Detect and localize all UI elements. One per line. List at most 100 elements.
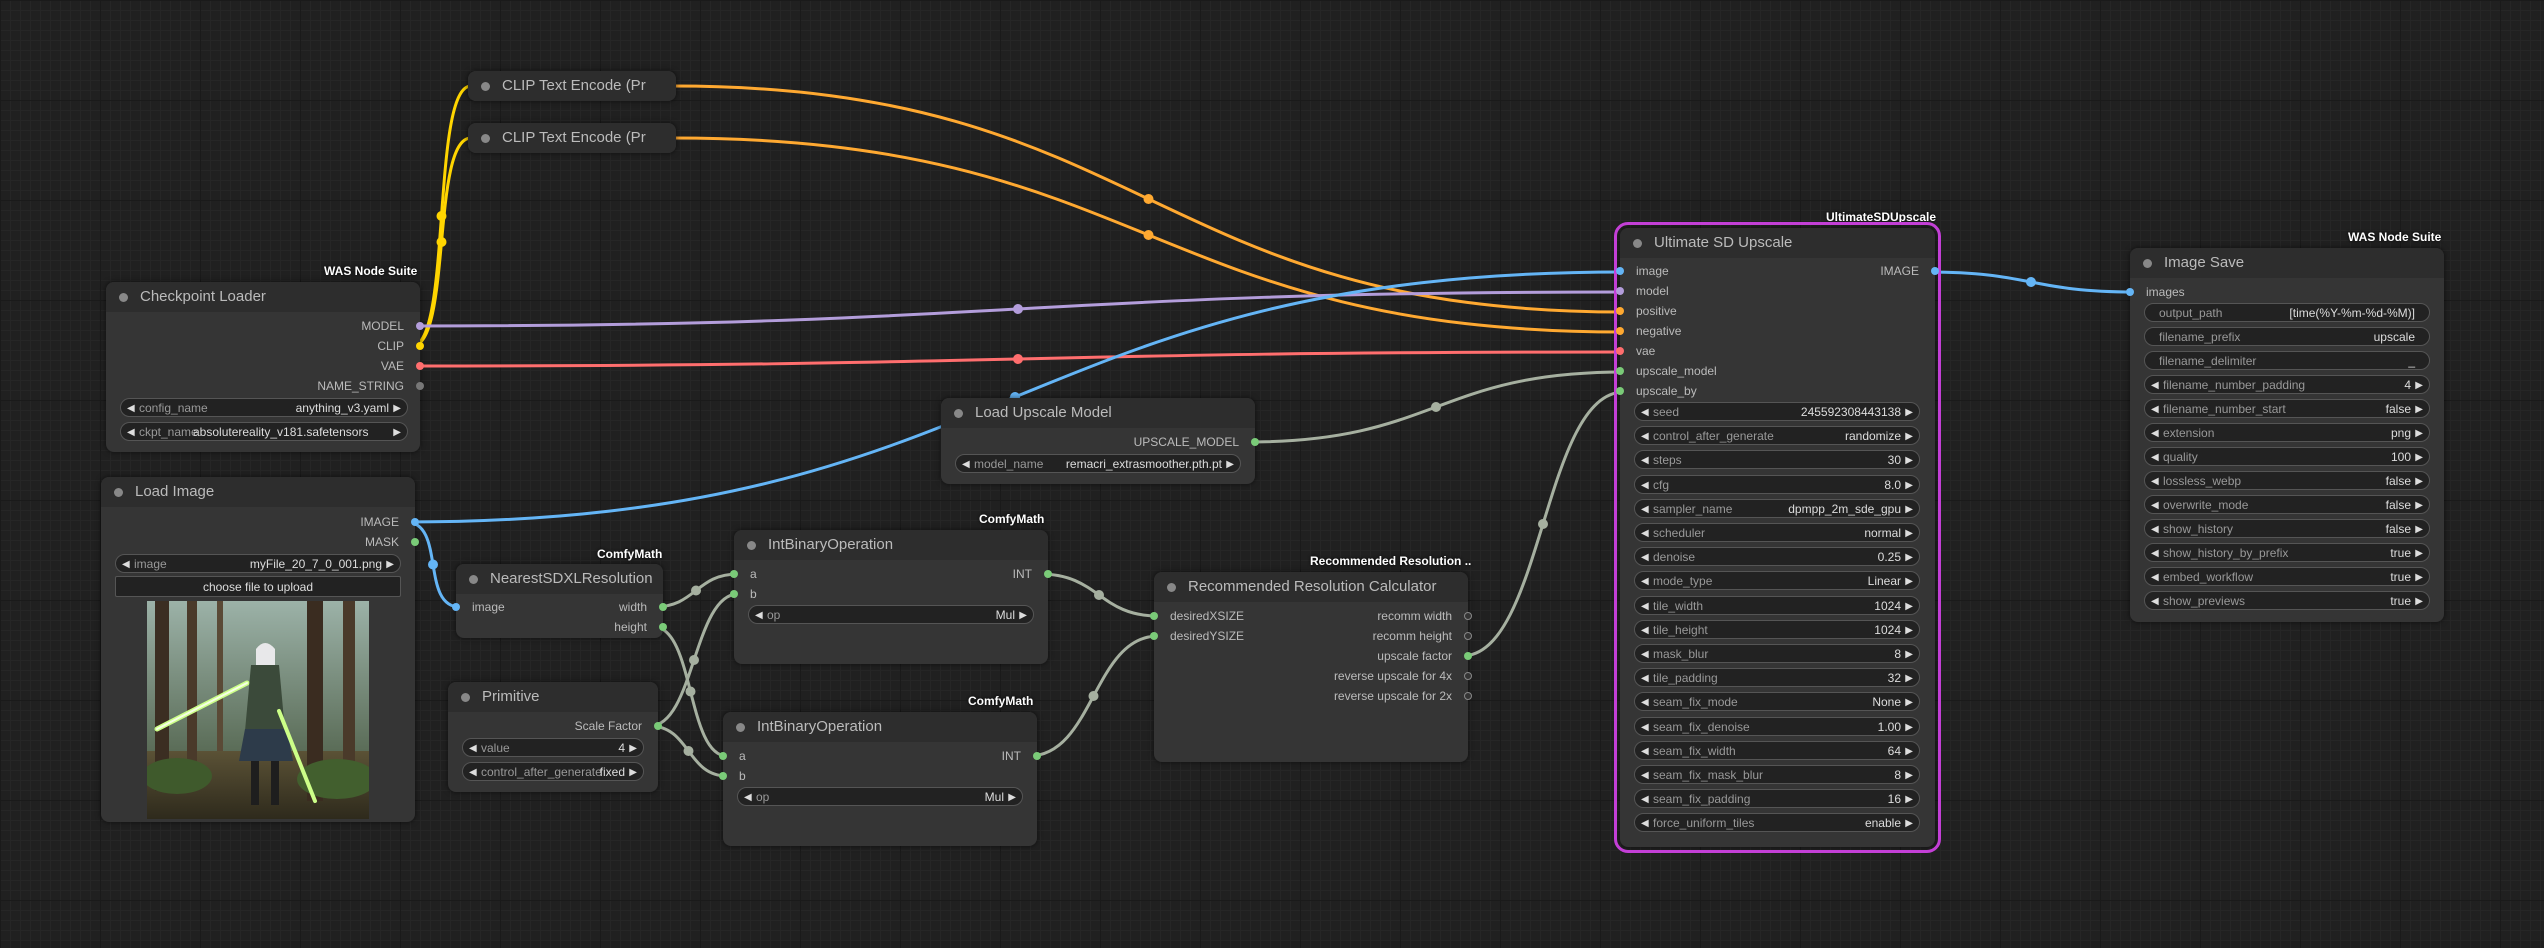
input-slot-upscale-model[interactable]: upscale_model [1616,361,1717,381]
value-number-widget[interactable]: ◀ value 4 ▶ [462,738,644,757]
wire-midpoint-handle[interactable] [1431,402,1441,412]
increment-arrow-icon[interactable]: ▶ [2415,472,2423,489]
seam-fix-padding-widget[interactable]: ◀ seam_fix_padding 16 ▶ [1634,789,1920,809]
output-slot-reverse-upscale-4x[interactable]: reverse upscale for 4x [1334,666,1472,686]
increment-arrow-icon[interactable]: ▶ [1905,451,1913,468]
wire-midpoint-handle[interactable] [691,585,701,596]
increment-arrow-icon[interactable]: ▶ [1905,500,1913,517]
filename-number-start-widget[interactable]: ◀ filename_number_start false ▶ [2144,399,2430,418]
wire-midpoint-handle[interactable] [1094,590,1104,600]
tile-padding-widget[interactable]: ◀ tile_padding 32 ▶ [1634,668,1920,688]
image-save-node[interactable]: Image Save images output_path [time(%Y-%m… [2126,248,2444,622]
increment-arrow-icon[interactable]: ▶ [1905,621,1913,638]
increment-arrow-icon[interactable]: ▶ [2415,496,2423,513]
output-slot-reverse-upscale-2x[interactable]: reverse upscale for 2x [1334,686,1472,706]
output-slot-recomm-height[interactable]: recomm height [1373,626,1472,646]
ckpt-name-combo[interactable]: ◀ ckpt_name absolutereality_v181.safetenso… [120,422,408,441]
decrement-arrow-icon[interactable]: ◀ [1641,572,1649,589]
tile-height-widget[interactable]: ◀ tile_height 1024 ▶ [1634,619,1920,639]
input-slot-a[interactable]: a [719,746,746,766]
input-slot-image[interactable]: image [1616,261,1669,281]
wire-midpoint-handle[interactable] [2026,277,2036,287]
output-slot-clip[interactable]: CLIP [377,336,424,356]
output-slot-upscale-factor[interactable]: upscale factor [1377,646,1472,666]
decrement-arrow-icon[interactable]: ◀ [1641,742,1649,759]
model-name-combo[interactable]: ◀ model_name remacri_extrasmoother.pth.pt ▶ [955,454,1241,473]
input-slot-upscale-by[interactable]: upscale_by [1616,381,1697,401]
input-slot-b[interactable]: b [719,766,746,786]
collapse-dot-icon[interactable] [747,541,756,550]
input-slot-negative[interactable]: negative [1616,321,1681,341]
increment-arrow-icon[interactable]: ▶ [2415,400,2423,417]
steps-widget[interactable]: ◀ steps 30 ▶ [1634,450,1920,470]
increment-arrow-icon[interactable]: ▶ [1905,693,1913,710]
seam-fix-width-widget[interactable]: ◀ seam_fix_width 64 ▶ [1634,740,1920,760]
seam-fix-mode-widget[interactable]: ◀ seam_fix_mode None ▶ [1634,692,1920,712]
control-after-generate-widget[interactable]: ◀ control_after_generate randomize ▶ [1634,426,1920,446]
seam-fix-mask-blur-widget[interactable]: ◀ seam_fix_mask_blur 8 ▶ [1634,765,1920,784]
decrement-arrow-icon[interactable]: ◀ [1641,524,1649,541]
upload-button[interactable]: choose file to upload [115,576,401,597]
input-slot-a[interactable]: a [730,564,757,584]
sampler-name-widget[interactable]: ◀ sampler_name dpmpp_2m_sde_gpu ▶ [1634,498,1920,518]
increment-arrow-icon[interactable]: ▶ [1905,669,1913,686]
collapse-dot-icon[interactable] [114,488,123,497]
checkpoint-loader-node[interactable]: Checkpoint Loader MODEL CLIP VAE NAME_ST… [106,282,424,452]
collapse-dot-icon[interactable] [461,693,470,702]
config-name-combo[interactable]: ◀ config_name anything_v3.yaml ▶ [120,398,408,417]
output-slot-mask[interactable]: MASK [365,532,419,552]
increment-arrow-icon[interactable]: ▶ [1905,766,1913,783]
output-slot-model[interactable]: MODEL [361,316,424,336]
wire-midpoint-handle[interactable] [1013,354,1023,364]
wire-midpoint-handle[interactable] [683,746,694,756]
seam-fix-denoise-widget[interactable]: ◀ seam_fix_denoise 1.00 ▶ [1634,716,1920,736]
increment-arrow-icon[interactable]: ▶ [1905,718,1913,735]
output-slot-int[interactable]: INT [1013,564,1052,584]
decrement-arrow-icon[interactable]: ◀ [1641,766,1649,783]
wire-midpoint-handle[interactable] [1538,519,1548,529]
input-slot-vae[interactable]: vae [1616,341,1655,361]
input-slot-image[interactable]: image [452,597,505,617]
ultimate-sd-upscale-node[interactable]: Ultimate SD Upscale image model positive… [1614,222,1941,853]
op-combo[interactable]: ◀ op Mul ▶ [737,787,1023,806]
decrement-arrow-icon[interactable]: ◀ [2151,376,2159,393]
output-slot-width[interactable]: width [619,597,667,617]
increment-arrow-icon[interactable]: ▶ [1905,548,1913,565]
output-slot-upscale-model[interactable]: UPSCALE_MODEL [1134,432,1259,452]
output-slot-int[interactable]: INT [1002,746,1041,766]
filename-number-padding-widget[interactable]: ◀ filename_number_padding 4 ▶ [2144,375,2430,394]
output-slot-vae[interactable]: VAE [381,356,424,376]
int-binary-operation-node-1[interactable]: IntBinaryOperation a b INT ◀ op Mul ▶ [730,530,1052,664]
wire-midpoint-handle[interactable] [1143,230,1154,240]
input-slot-desired-x-size[interactable]: desiredXSIZE [1150,606,1244,626]
wire-midpoint-handle[interactable] [1013,304,1023,314]
increment-arrow-icon[interactable]: ▶ [1905,742,1913,759]
output-path-widget[interactable]: output_path [time(%Y-%m-%d-%M)] [2144,303,2430,322]
op-combo[interactable]: ◀ op Mul ▶ [748,605,1034,624]
show-history-by-prefix-widget[interactable]: ◀ show_history_by_prefix true ▶ [2144,543,2430,562]
output-slot-height[interactable]: height [614,617,667,637]
decrement-arrow-icon[interactable]: ◀ [1641,645,1649,662]
decrement-arrow-icon[interactable]: ◀ [2151,424,2159,441]
show-history-widget[interactable]: ◀ show_history false ▶ [2144,519,2430,538]
wire-midpoint-handle[interactable] [428,559,438,570]
collapse-dot-icon[interactable] [1167,583,1176,592]
input-slot-model[interactable]: model [1616,281,1669,301]
input-slot-desired-y-size[interactable]: desiredYSIZE [1150,626,1244,646]
decrement-arrow-icon[interactable]: ◀ [2151,544,2159,561]
increment-arrow-icon[interactable]: ▶ [2415,592,2423,609]
extension-widget[interactable]: ◀ extension png ▶ [2144,423,2430,442]
overwrite-mode-widget[interactable]: ◀ overwrite_mode false ▶ [2144,495,2430,514]
output-slot-recomm-width[interactable]: recomm width [1377,606,1472,626]
show-previews-widget[interactable]: ◀ show_previews true ▶ [2144,591,2430,610]
output-slot-name-string[interactable]: NAME_STRING [317,376,424,396]
increment-arrow-icon[interactable]: ▶ [1905,403,1913,420]
quality-widget[interactable]: ◀ quality 100 ▶ [2144,447,2430,466]
increment-arrow-icon[interactable]: ▶ [2415,568,2423,585]
decrement-arrow-icon[interactable]: ◀ [2151,400,2159,417]
increment-arrow-icon[interactable]: ▶ [2415,520,2423,537]
wire-midpoint-handle[interactable] [689,655,699,665]
increment-arrow-icon[interactable]: ▶ [1905,790,1913,807]
decrement-arrow-icon[interactable]: ◀ [1641,814,1649,831]
decrement-arrow-icon[interactable]: ◀ [2151,568,2159,585]
